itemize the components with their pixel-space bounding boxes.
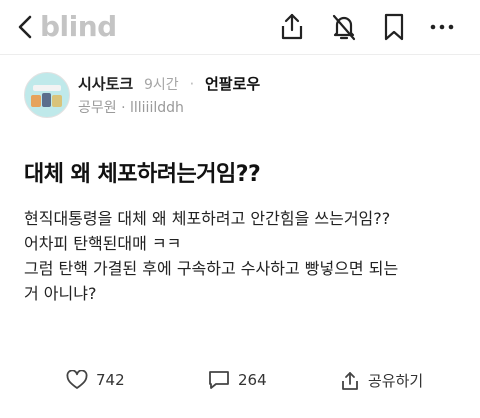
like-count: 742 <box>96 371 125 389</box>
blind-logo[interactable]: blind <box>40 10 117 43</box>
comment-icon <box>209 371 229 389</box>
post-body-line: 어차피 탄핵된대매 ㅋㅋ <box>24 234 182 253</box>
bookmark-icon[interactable] <box>380 12 408 42</box>
share-label: 공유하기 <box>368 372 424 390</box>
post-title: 대체 왜 체포하려는거임?? <box>24 162 261 187</box>
like-button[interactable]: 742 <box>66 370 125 390</box>
header-divider <box>0 54 480 55</box>
separator-dot: · <box>189 75 195 93</box>
post-time: 9시간 <box>143 77 179 93</box>
avatar-figure <box>31 95 41 107</box>
avatar-banner <box>33 85 61 91</box>
author-row: 시사토크 9시간 · 언팔로우 <box>78 73 260 93</box>
comment-count: 264 <box>238 371 267 389</box>
channel-name[interactable]: 시사토크 <box>78 75 133 93</box>
share-icon[interactable] <box>278 12 306 42</box>
back-icon[interactable] <box>14 14 38 40</box>
share-post-button[interactable]: 공유하기 <box>340 370 423 391</box>
avatar[interactable] <box>24 72 70 118</box>
author-nickname: llliiilddh <box>130 100 184 116</box>
share-icon <box>342 371 358 390</box>
author-meta: 공무원 · llliiilddh <box>78 97 184 117</box>
separator-dot: · <box>121 100 130 116</box>
notification-off-icon[interactable] <box>330 12 358 42</box>
post-body: 현직대통령을 대체 왜 체포하려고 안간힘을 쓰는거임?? 어차피 탄핵된대매 … <box>24 206 464 306</box>
avatar-figure <box>52 95 62 107</box>
heart-icon <box>66 370 88 389</box>
avatar-figure <box>42 93 51 107</box>
author-job: 공무원 <box>78 100 117 116</box>
more-icon[interactable] <box>428 12 456 42</box>
unfollow-button[interactable]: 언팔로우 <box>205 75 260 93</box>
post-body-line: 거 아니냐? <box>24 284 97 303</box>
comment-button[interactable]: 264 <box>208 370 267 390</box>
post-body-line: 현직대통령을 대체 왜 체포하려고 안간힘을 쓰는거임?? <box>24 209 391 228</box>
action-bar: 742 264 공유하기 <box>0 368 480 396</box>
post-body-line: 그럼 탄핵 가결된 후에 구속하고 수사하고 빵넣으면 되는 <box>24 259 399 278</box>
top-bar: blind <box>0 0 480 54</box>
